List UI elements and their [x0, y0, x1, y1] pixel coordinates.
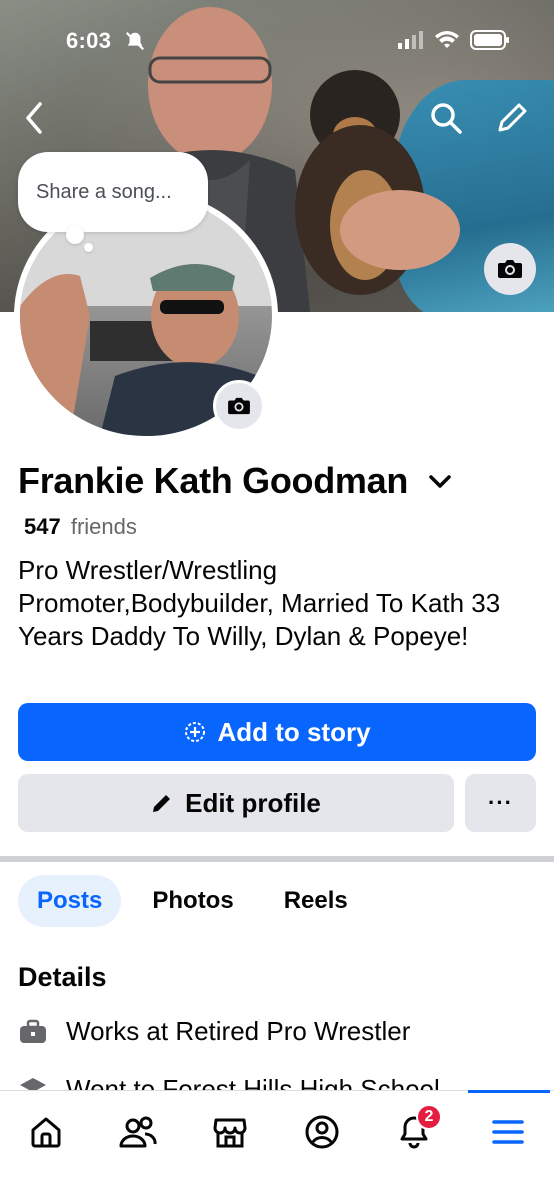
edit-profile-button[interactable]: Edit profile: [18, 774, 454, 832]
avatar-camera-button[interactable]: [213, 380, 265, 432]
status-bar: 6:03: [0, 0, 554, 80]
profile-name-row[interactable]: Frankie Kath Goodman: [18, 460, 454, 502]
battery-icon: [470, 30, 509, 50]
signal-icon: [398, 31, 423, 49]
profile-name: Frankie Kath Goodman: [18, 460, 409, 501]
note-bubble-tail-small: [84, 243, 93, 252]
search-icon: [431, 103, 462, 134]
back-button[interactable]: [20, 98, 50, 138]
friends-count: 547: [24, 514, 61, 539]
cover-dog-image: [295, 70, 460, 295]
note-placeholder: Share a song...: [36, 180, 172, 203]
briefcase-icon: [18, 1017, 48, 1047]
note-bubble-tail: [66, 226, 84, 244]
section-divider: [0, 856, 554, 862]
bottom-nav: [0, 1090, 554, 1199]
nav-profile[interactable]: [300, 1110, 344, 1154]
notifications-badge: 2: [416, 1104, 442, 1130]
tab-posts[interactable]: Posts: [18, 875, 122, 927]
profile-bio: Pro Wrestler/Wrestling Promoter,Bodybuil…: [18, 555, 501, 651]
status-indicators: [398, 30, 510, 50]
edit-button[interactable]: [494, 100, 530, 136]
friends-count-link[interactable]: 547 friends: [24, 514, 137, 540]
pencil-icon: [498, 103, 527, 132]
tab-photos[interactable]: Photos: [133, 875, 252, 927]
status-time: 6:03: [66, 28, 112, 53]
nav-active-indicator: [468, 1090, 550, 1093]
menu-icon: [492, 1120, 524, 1144]
profile-tabs: Posts Photos Reels: [18, 875, 367, 927]
detail-work-text: Works at Retired Pro Wrestler: [66, 1016, 411, 1046]
camera-icon: [498, 260, 522, 278]
edit-profile-label: Edit profile: [185, 787, 321, 818]
pencil-icon: [153, 795, 171, 812]
chevron-left-icon: [26, 102, 42, 134]
nav-home[interactable]: [24, 1110, 68, 1154]
friends-label: friends: [70, 514, 137, 539]
detail-row-work: Works at Retired Pro Wrestler: [18, 1016, 410, 1047]
tab-reels[interactable]: Reels: [265, 875, 367, 927]
more-options-label: ···: [488, 790, 513, 815]
home-icon: [31, 1117, 61, 1148]
friends-icon: [119, 1116, 157, 1148]
nav-friends[interactable]: [116, 1110, 160, 1154]
marketplace-icon: [213, 1118, 247, 1148]
camera-icon: [228, 397, 250, 415]
search-button[interactable]: [428, 100, 464, 136]
nav-marketplace[interactable]: [208, 1110, 252, 1154]
add-circle-icon: [185, 722, 206, 742]
profile-icon: [305, 1115, 339, 1149]
add-to-story-label: Add to story: [217, 716, 371, 747]
cover-camera-button[interactable]: [484, 243, 536, 295]
mute-bell-icon: [124, 30, 146, 57]
nav-menu[interactable]: [486, 1110, 530, 1154]
chevron-down-icon[interactable]: [426, 467, 454, 495]
more-options-button[interactable]: ···: [465, 774, 536, 832]
wifi-icon: [435, 31, 459, 48]
add-to-story-button[interactable]: Add to story: [18, 703, 536, 761]
share-song-note[interactable]: Share a song...: [18, 152, 208, 232]
details-title: Details: [18, 962, 107, 992]
